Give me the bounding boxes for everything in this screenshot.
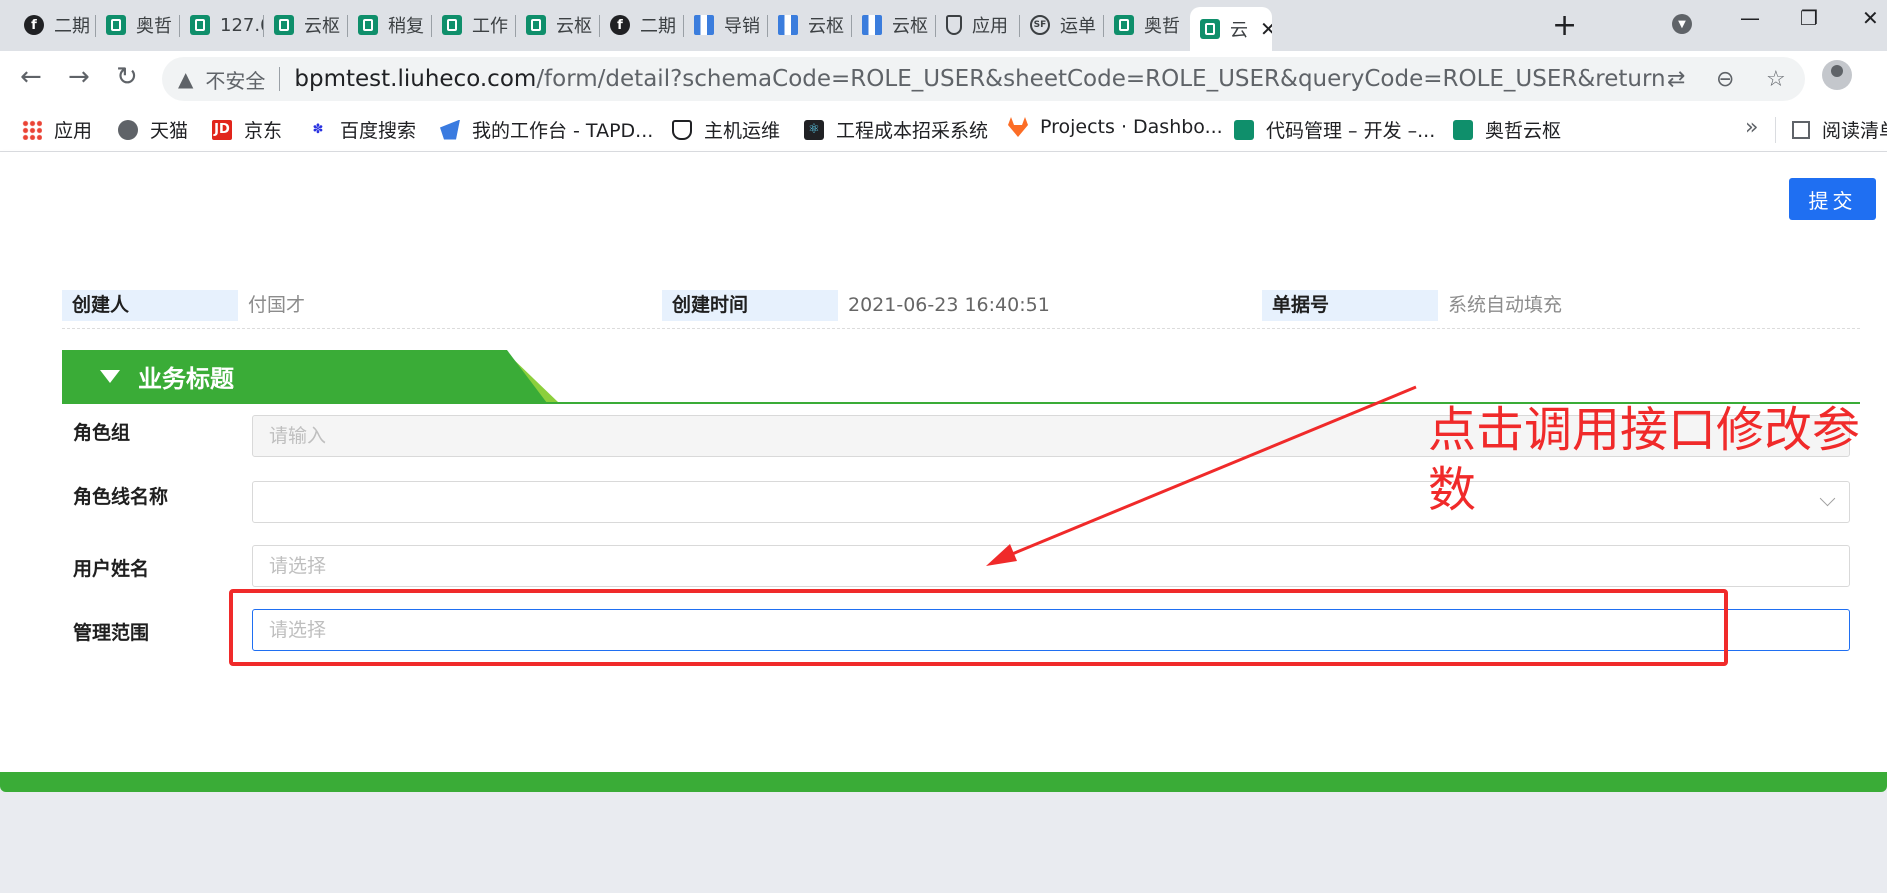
annotation-note: 点击调用接口修改参数 [1428, 402, 1861, 518]
